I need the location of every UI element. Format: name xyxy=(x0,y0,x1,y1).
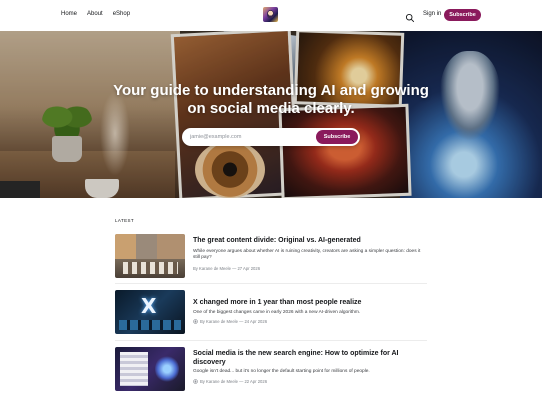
nav-home-link[interactable]: Home xyxy=(61,11,77,17)
post-title[interactable]: The great content divide: Original vs. A… xyxy=(193,237,425,246)
post-thumbnail[interactable] xyxy=(115,347,185,391)
post-meta-text: By Karane de Meele — 27 Apr 2026 xyxy=(193,266,261,271)
search-icon[interactable] xyxy=(405,10,415,23)
post-title[interactable]: Social media is the new search engine: H… xyxy=(193,350,425,367)
hero-section: Your guide to understanding AI and growi… xyxy=(0,31,542,198)
lock-icon xyxy=(193,319,198,324)
nav-about-link[interactable]: About xyxy=(87,11,103,17)
post-excerpt: Google isn't dead... but it's no longer … xyxy=(193,369,370,374)
post-excerpt: One of the biggest changes came in early… xyxy=(193,310,361,315)
hero-title: Your guide to understanding AI and growi… xyxy=(113,82,429,117)
post-excerpt: While everyone argues about whether AI i… xyxy=(193,249,421,260)
post-meta-text: By Karane de Meele — 24 Apr 2026 xyxy=(200,319,268,324)
lock-icon xyxy=(193,379,198,384)
post-meta: By Karane de Meele — 24 Apr 2026 xyxy=(193,319,267,324)
post-card[interactable]: X changed more in 1 year than most peopl… xyxy=(115,290,427,336)
site-header: Home About eShop Sign in Subscribe xyxy=(0,0,542,31)
post-meta-text: By Karane de Meele — 22 Apr 2026 xyxy=(200,379,268,384)
post-thumbnail[interactable] xyxy=(115,234,185,278)
header-subscribe-button[interactable]: Subscribe xyxy=(444,9,481,21)
email-input[interactable] xyxy=(190,131,310,143)
post-meta: By Karane de Meele — 22 Apr 2026 xyxy=(193,379,267,384)
post-card[interactable]: The great content divide: Original vs. A… xyxy=(115,234,427,280)
post-divider xyxy=(115,340,427,341)
post-title[interactable]: X changed more in 1 year than most peopl… xyxy=(193,299,425,308)
newsletter-form: Subscribe xyxy=(182,128,360,146)
signin-link[interactable]: Sign in xyxy=(423,11,441,17)
main-nav: Home About eShop xyxy=(61,11,130,17)
post-meta: By Karane de Meele — 27 Apr 2026 xyxy=(193,266,260,271)
post-thumbnail[interactable] xyxy=(115,290,185,334)
post-card[interactable]: Social media is the new search engine: H… xyxy=(115,347,427,393)
hero-subscribe-button[interactable]: Subscribe xyxy=(316,130,358,144)
site-logo[interactable] xyxy=(263,7,278,22)
post-divider xyxy=(115,283,427,284)
nav-eshop-link[interactable]: eShop xyxy=(113,11,130,17)
latest-section-label: LATEST xyxy=(115,218,135,223)
